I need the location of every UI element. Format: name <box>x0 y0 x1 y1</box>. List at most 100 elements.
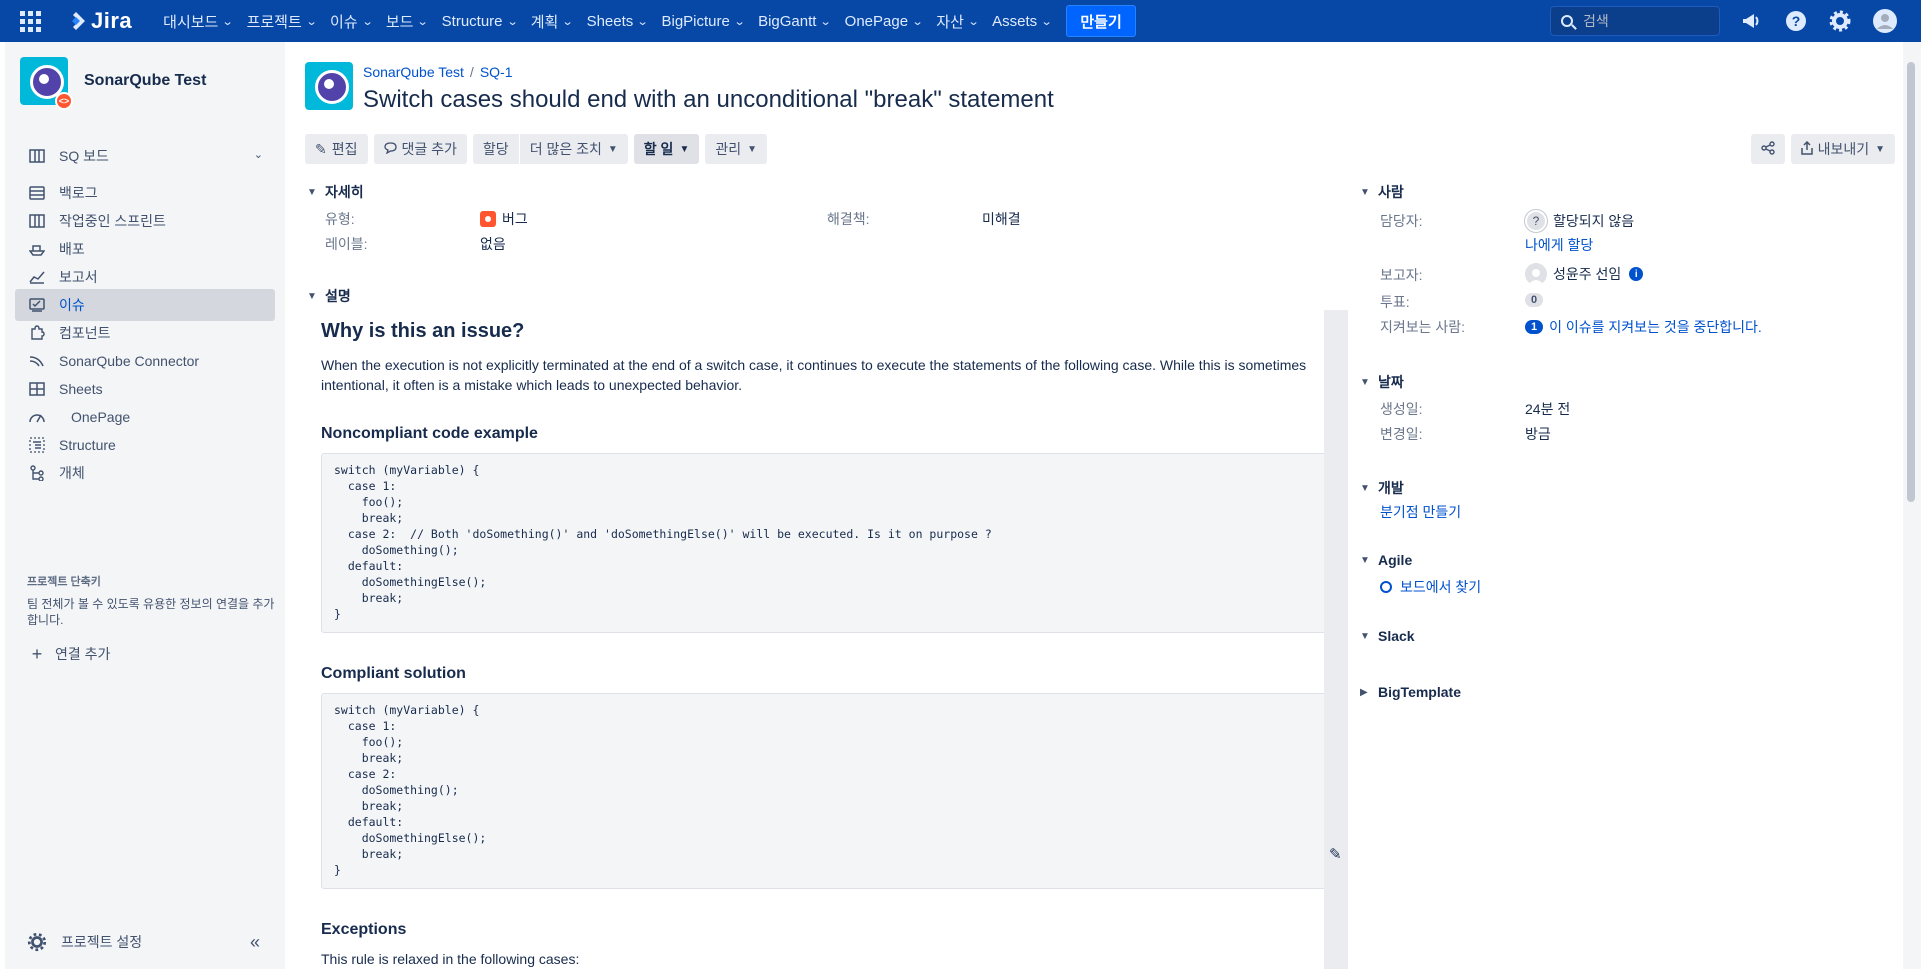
nav-issues[interactable]: 이슈 ⌄ <box>323 5 379 37</box>
nav-boards[interactable]: 보드 ⌄ <box>379 5 435 37</box>
agile-section-toggle[interactable]: ▼ Agile <box>1360 552 1412 568</box>
votes-value[interactable]: 0 <box>1525 293 1544 307</box>
page-scrollbar[interactable] <box>1903 42 1921 969</box>
chevron-down-icon: ▼ <box>607 143 618 155</box>
development-section-toggle[interactable]: ▼ 개발 <box>1360 478 1404 498</box>
sidebar-board-label: SQ 보드 <box>59 148 109 164</box>
nav-boards-label: 보드 <box>385 13 414 31</box>
type-value[interactable]: 버그 <box>480 209 528 229</box>
share-button[interactable] <box>1750 134 1785 164</box>
shortcuts-note: 팀 전체가 볼 수 있도록 유용한 정보의 연결을 추가합니다. <box>27 597 275 627</box>
sidebar-item-label: Structure <box>59 437 116 453</box>
details-section-toggle[interactable]: ▼ 자세히 <box>307 182 364 202</box>
issue-project-avatar <box>305 62 353 110</box>
help-icon[interactable]: ? <box>1783 8 1809 34</box>
description-section-toggle[interactable]: ▼ 설명 <box>307 286 351 306</box>
create-branch-link[interactable]: 분기점 만들기 <box>1380 502 1461 522</box>
chevron-down-icon: ⌄ <box>506 15 519 28</box>
breadcrumb-project-link[interactable]: SonarQube Test <box>363 64 464 80</box>
add-link-button[interactable]: + 연결 추가 <box>15 638 275 670</box>
edit-pencil-icon[interactable]: ✎ <box>1329 845 1342 863</box>
development-title: 개발 <box>1378 480 1404 496</box>
sidebar-item-label: 보고서 <box>59 269 98 285</box>
edit-button[interactable]: ✎ 편집 <box>305 134 368 164</box>
comment-icon <box>383 141 397 157</box>
user-avatar-icon[interactable] <box>1872 8 1898 34</box>
export-button[interactable]: 내보내기 ▼ <box>1790 134 1895 164</box>
project-avatar: <> <box>20 57 73 110</box>
jira-logo-icon <box>72 12 85 30</box>
dates-title: 날짜 <box>1378 374 1404 390</box>
nav-onepage[interactable]: OnePage ⌄ <box>838 5 930 37</box>
search-icon <box>1380 581 1392 593</box>
plus-icon: + <box>31 643 43 664</box>
create-button[interactable]: 만들기 <box>1066 5 1136 37</box>
nav-projects-label: 프로젝트 <box>246 13 302 31</box>
bigtemplate-section-toggle[interactable]: ▶ BigTemplate <box>1360 684 1461 700</box>
more-actions-button[interactable]: 더 많은 조치 ▼ <box>518 134 628 164</box>
sidebar-item-objects[interactable]: 개체 <box>15 457 275 489</box>
nav-dashboards-label: 대시보드 <box>163 13 219 31</box>
nav-plans-label: 계획 <box>530 13 559 31</box>
breadcrumb-issue-key[interactable]: SQ-1 <box>480 64 513 80</box>
add-link-label: 연결 추가 <box>55 646 111 662</box>
scrollbar-thumb[interactable] <box>1907 62 1915 502</box>
nav-issues-label: 이슈 <box>330 13 358 31</box>
nav-sheets-label: Sheets <box>586 12 634 30</box>
exceptions-text: This rule is relaxed in the following ca… <box>321 951 580 967</box>
labels-value[interactable]: 없음 <box>480 234 506 254</box>
app-switcher-icon[interactable] <box>16 7 44 35</box>
issues-icon <box>27 295 47 315</box>
add-comment-button[interactable]: 댓글 추가 <box>373 134 467 164</box>
export-icon <box>1800 140 1813 158</box>
assign-button[interactable]: 할당 <box>472 134 519 164</box>
nav-bigpicture-label: BigPicture <box>661 12 730 30</box>
nav-biggantt[interactable]: BigGantt ⌄ <box>751 5 838 37</box>
find-on-board-link[interactable]: 보드에서 찾기 <box>1380 577 1481 597</box>
svg-text:?: ? <box>1792 13 1801 29</box>
assignee-value[interactable]: ? 할당되지 않음 <box>1525 210 1634 232</box>
sidebar-item-label: 이슈 <box>59 297 85 313</box>
grid-table-icon <box>27 379 47 399</box>
sidebar-item-label: SonarQube Connector <box>59 353 200 369</box>
issue-title[interactable]: Switch cases should end with an uncondit… <box>363 86 1054 114</box>
pencil-icon: ✎ <box>315 140 327 157</box>
people-section-toggle[interactable]: ▼ 사람 <box>1360 182 1404 202</box>
sidebar-item-label: Sheets <box>59 381 103 397</box>
assign-to-me-link[interactable]: 나에게 할당 <box>1525 235 1593 255</box>
nav-projects[interactable]: 프로젝트 ⌄ <box>240 5 323 37</box>
description-edit-gutter[interactable]: ✎ <box>1324 310 1348 969</box>
chevron-down-icon: ⌄ <box>221 15 234 28</box>
nav-sheets[interactable]: Sheets ⌄ <box>580 5 655 37</box>
watchers-value[interactable]: 1 이 이슈를 지켜보는 것을 중단합니다. <box>1525 317 1762 337</box>
slack-section-toggle[interactable]: ▼ Slack <box>1360 628 1415 644</box>
status-button[interactable]: 할 일 ▼ <box>633 134 700 164</box>
jira-logo[interactable]: Jira <box>66 8 132 34</box>
sidebar-board-selector[interactable]: SQ 보드 ⌄ <box>15 140 275 172</box>
nav-bigpicture[interactable]: BigPicture ⌄ <box>654 5 751 37</box>
reporter-value[interactable]: 성윤주 선임 i <box>1525 263 1644 285</box>
stop-watching-link[interactable]: 이 이슈를 지켜보는 것을 중단합니다. <box>1549 317 1762 337</box>
nav-dashboards[interactable]: 대시보드 ⌄ <box>156 5 239 37</box>
nav-assets[interactable]: Assets ⌄ <box>985 5 1058 37</box>
dates-section-toggle[interactable]: ▼ 날짜 <box>1360 372 1404 392</box>
nav-assets-kr[interactable]: 자산 ⌄ <box>929 5 985 37</box>
search-icon <box>1561 15 1573 27</box>
description-heading: Why is this an issue? <box>321 320 525 342</box>
details-title: 자세히 <box>325 184 364 200</box>
nav-structure[interactable]: Structure ⌄ <box>435 5 524 37</box>
manage-button[interactable]: 관리 ▼ <box>705 134 768 164</box>
nav-plans[interactable]: 계획 ⌄ <box>524 5 580 37</box>
collapse-sidebar-icon[interactable]: « <box>243 930 267 954</box>
megaphone-icon[interactable] <box>1738 8 1764 34</box>
info-icon[interactable]: i <box>1629 267 1644 281</box>
search-input[interactable]: 검색 <box>1550 6 1720 36</box>
issue-toolbar: ✎ 편집 댓글 추가 할당 더 많은 조치 ▼ 할 일 ▼ 관리 ▼ <box>305 134 773 164</box>
description-body[interactable]: Why is this an issue? When the execution… <box>321 310 1340 969</box>
settings-gear-icon[interactable] <box>1827 8 1853 34</box>
search-placeholder: 검색 <box>1583 13 1609 29</box>
project-settings-button[interactable]: 프로젝트 설정 <box>15 924 275 960</box>
status-label: 할 일 <box>643 141 674 157</box>
slack-title: Slack <box>1378 628 1415 644</box>
project-header[interactable]: <> SonarQube Test <box>20 57 206 110</box>
